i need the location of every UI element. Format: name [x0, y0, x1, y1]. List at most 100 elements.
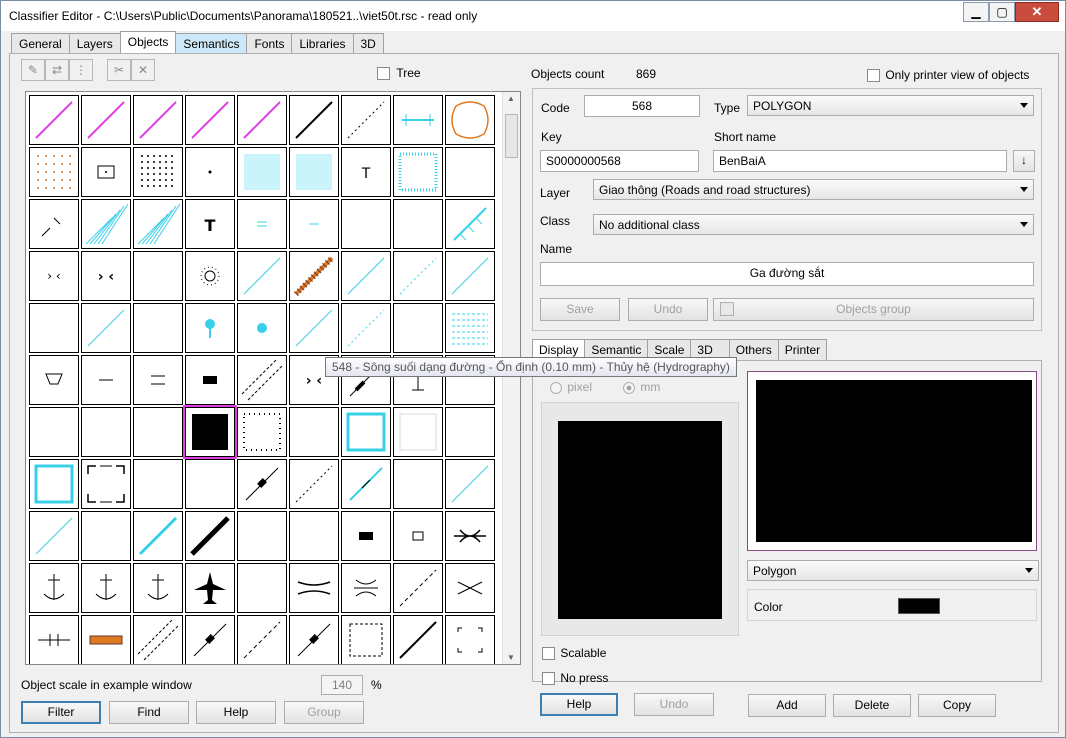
- symbol-cell[interactable]: [445, 407, 495, 457]
- style-select[interactable]: Polygon: [747, 560, 1039, 581]
- symbol-cell[interactable]: [185, 147, 235, 197]
- symbol-cell[interactable]: [237, 459, 287, 509]
- symbol-cell[interactable]: [341, 615, 391, 664]
- symbol-cell[interactable]: [81, 95, 131, 145]
- symbol-cell[interactable]: [393, 407, 443, 457]
- filter-button[interactable]: Filter: [21, 701, 101, 724]
- symbol-cell[interactable]: [445, 199, 495, 249]
- delete-icon[interactable]: ✕: [131, 59, 155, 81]
- symbol-cell[interactable]: T: [185, 199, 235, 249]
- arrow-down-icon[interactable]: ↓: [1013, 150, 1035, 172]
- mm-radio[interactable]: [623, 381, 635, 394]
- symbol-cell[interactable]: [341, 407, 391, 457]
- no-press-checkbox[interactable]: [542, 672, 555, 686]
- minimize-button[interactable]: ▁: [963, 2, 989, 22]
- pixel-option[interactable]: pixel: [550, 380, 592, 394]
- symbol-cell[interactable]: [29, 199, 79, 249]
- scroll-thumb[interactable]: [505, 114, 518, 158]
- symbol-cell[interactable]: T: [341, 147, 391, 197]
- symbol-cell[interactable]: [341, 199, 391, 249]
- symbol-cell[interactable]: [133, 459, 183, 509]
- symbol-cell[interactable]: [289, 95, 339, 145]
- save-button[interactable]: Save: [540, 298, 620, 321]
- objects-group-button[interactable]: Objects group: [713, 298, 1034, 321]
- symbol-cell[interactable]: [133, 303, 183, 353]
- symbol-cell[interactable]: [29, 95, 79, 145]
- symbol-cell[interactable]: [185, 251, 235, 301]
- symbol-cell[interactable]: [81, 615, 131, 664]
- symbol-cell[interactable]: [289, 199, 339, 249]
- symbol-cell[interactable]: [237, 95, 287, 145]
- symbol-cell[interactable]: [81, 459, 131, 509]
- symbol-cell[interactable]: [341, 511, 391, 561]
- symbol-cell[interactable]: [133, 147, 183, 197]
- symbol-cell[interactable]: [133, 199, 183, 249]
- symbol-cell[interactable]: [133, 95, 183, 145]
- symbol-cell[interactable]: [81, 355, 131, 405]
- symbol-cell[interactable]: [81, 511, 131, 561]
- symbol-cell[interactable]: [445, 615, 495, 664]
- cut-icon[interactable]: ✂: [107, 59, 131, 81]
- scalable-option[interactable]: Scalable: [542, 646, 606, 661]
- symbol-cell[interactable]: [29, 147, 79, 197]
- tab-objects[interactable]: Objects: [119, 31, 177, 54]
- symbol-cell[interactable]: [341, 303, 391, 353]
- tab-3d[interactable]: 3D: [352, 33, 384, 54]
- tree-toggle[interactable]: Tree: [377, 66, 421, 81]
- symbol-cell[interactable]: [445, 95, 495, 145]
- name-input[interactable]: Ga đường sắt: [540, 262, 1034, 286]
- symbol-cell[interactable]: [341, 459, 391, 509]
- mm-option[interactable]: mm: [623, 380, 660, 394]
- symbol-cell[interactable]: [183, 405, 237, 459]
- symbol-cell[interactable]: [237, 355, 287, 405]
- tab-fonts[interactable]: Fonts: [246, 33, 293, 54]
- symbol-cell[interactable]: [133, 355, 183, 405]
- symbol-cell[interactable]: [133, 563, 183, 613]
- symbol-cell[interactable]: [445, 459, 495, 509]
- only-printer-checkbox[interactable]: [867, 69, 880, 83]
- help-button[interactable]: Help: [196, 701, 276, 724]
- symbol-cell[interactable]: [185, 615, 235, 664]
- maximize-button[interactable]: ▢: [989, 2, 1015, 22]
- symbol-cell[interactable]: [393, 563, 443, 613]
- symbol-cell[interactable]: [237, 199, 287, 249]
- close-button[interactable]: ✕: [1015, 2, 1059, 22]
- symbol-cell[interactable]: [445, 147, 495, 197]
- symbol-cell[interactable]: [185, 355, 235, 405]
- edit-object-icon[interactable]: ✎: [21, 59, 45, 81]
- symbol-cell[interactable]: [445, 251, 495, 301]
- symbol-cell[interactable]: [393, 251, 443, 301]
- symbol-cell[interactable]: [393, 511, 443, 561]
- tab-semantics[interactable]: Semantics: [175, 33, 248, 54]
- code-input[interactable]: 568: [584, 95, 700, 117]
- display-undo-button[interactable]: Undo: [634, 693, 714, 716]
- only-printer-toggle[interactable]: Only printer view of objects: [867, 68, 1029, 83]
- tab-libraries[interactable]: Libraries: [291, 33, 354, 54]
- pixel-radio[interactable]: [550, 381, 562, 394]
- symbol-cell[interactable]: [133, 615, 183, 664]
- layer-select[interactable]: Giao thông (Roads and road structures): [593, 179, 1034, 200]
- symbol-cell[interactable]: [81, 407, 131, 457]
- class-select[interactable]: No additional class: [593, 214, 1034, 235]
- symbol-cell[interactable]: [341, 251, 391, 301]
- tab-printer[interactable]: Printer: [777, 339, 828, 360]
- delete-button[interactable]: Delete: [833, 694, 911, 717]
- symbol-cell[interactable]: [289, 251, 339, 301]
- symbol-cell[interactable]: [445, 563, 495, 613]
- symbol-cell[interactable]: [393, 303, 443, 353]
- symbol-cell[interactable]: [393, 459, 443, 509]
- symbol-cell[interactable]: › ‹: [29, 251, 79, 301]
- symbol-cell[interactable]: [237, 251, 287, 301]
- add-button[interactable]: Add: [748, 694, 826, 717]
- symbol-cell[interactable]: [133, 251, 183, 301]
- symbol-cell[interactable]: [445, 303, 495, 353]
- symbol-cell[interactable]: [29, 563, 79, 613]
- copy-button[interactable]: Copy: [918, 694, 996, 717]
- grid-scrollbar[interactable]: ▲ ▼: [502, 92, 520, 664]
- type-select[interactable]: POLYGON: [747, 95, 1034, 116]
- symbol-cell[interactable]: [237, 303, 287, 353]
- symbol-cell[interactable]: [289, 615, 339, 664]
- symbol-cell[interactable]: [237, 563, 287, 613]
- symbol-cell[interactable]: [185, 459, 235, 509]
- symbol-cell[interactable]: [393, 95, 443, 145]
